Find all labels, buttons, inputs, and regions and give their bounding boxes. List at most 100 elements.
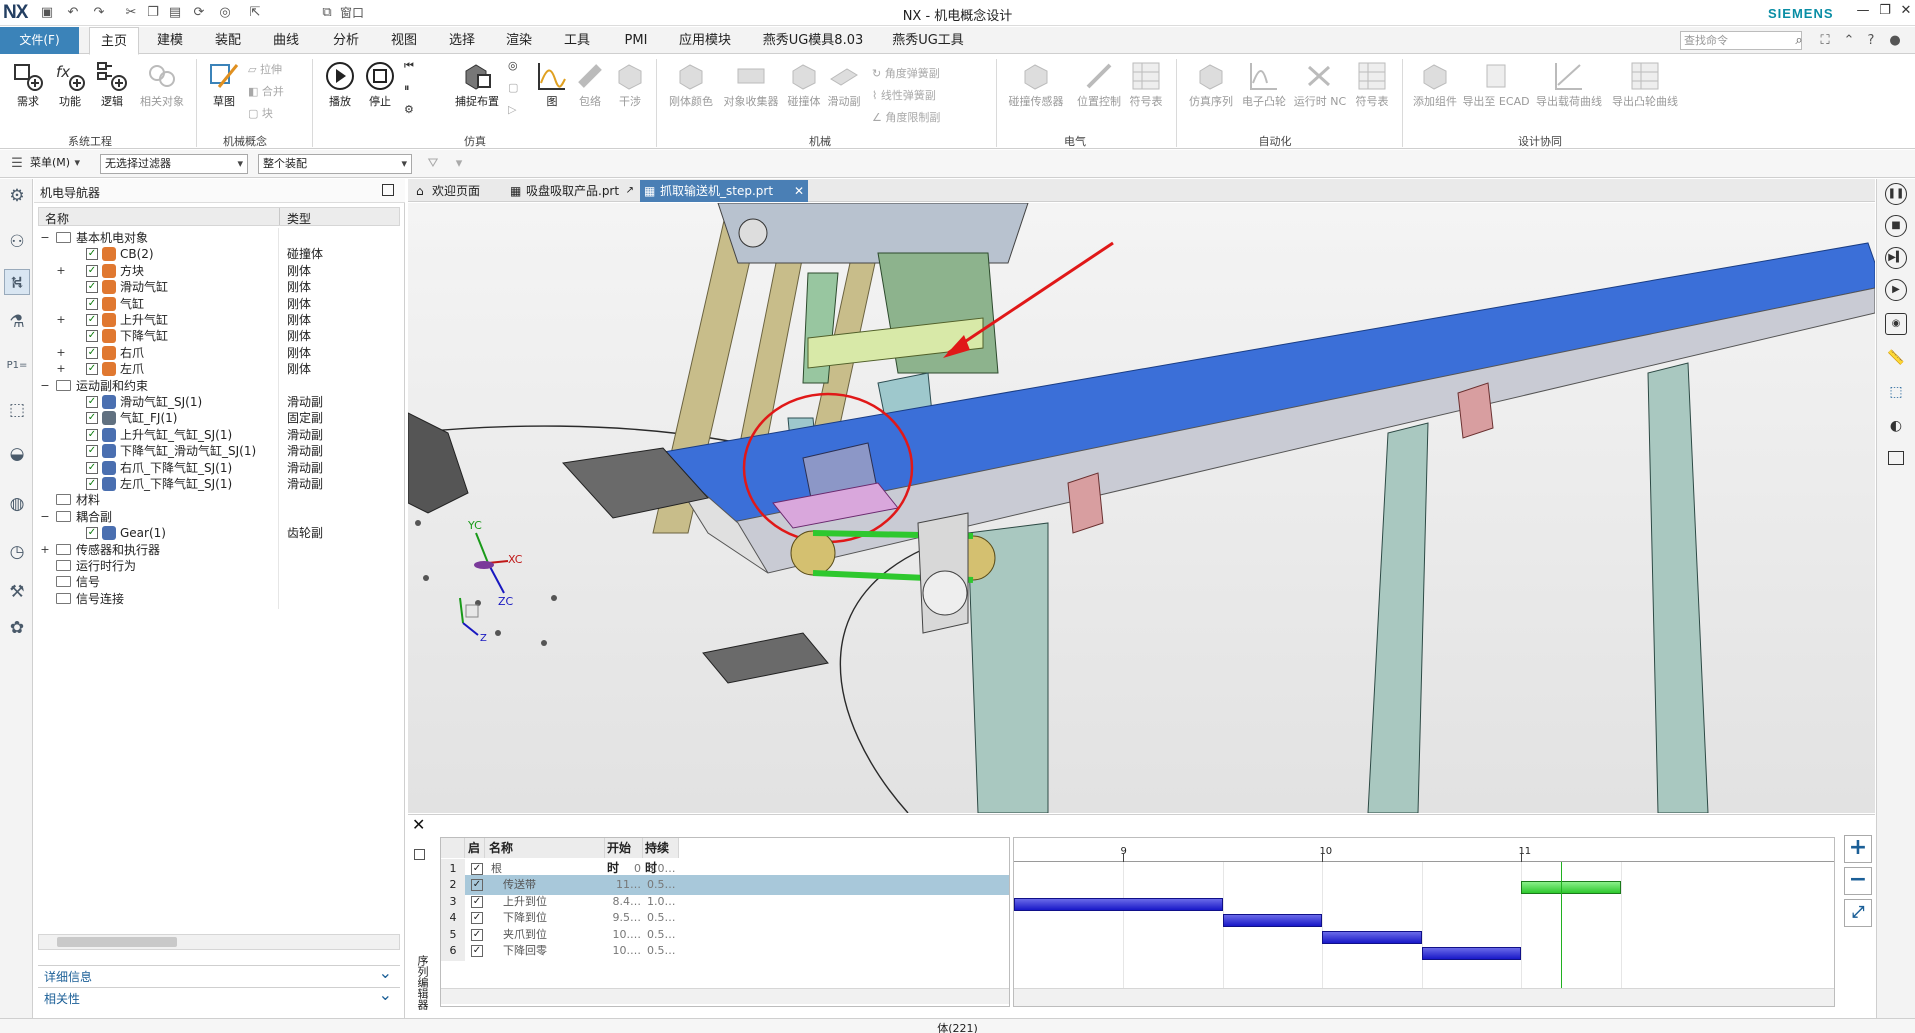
parameter-navigator-icon[interactable]: P1=	[4, 353, 30, 379]
angle-limit-button[interactable]: ∠ 角度限制副	[872, 109, 940, 125]
visibility-checkbox[interactable]: ✓	[86, 314, 98, 326]
column-divider[interactable]	[279, 208, 280, 225]
enable-checkbox[interactable]: ✓	[471, 863, 483, 875]
web-browser-icon[interactable]: ◍	[4, 491, 30, 517]
visibility-checkbox[interactable]: ✓	[86, 264, 98, 277]
close-icon[interactable]: ✕	[412, 815, 425, 834]
enable-checkbox[interactable]: ✓	[471, 928, 483, 941]
tab-render[interactable]: 渲染	[497, 27, 541, 54]
tab-tools[interactable]: 工具	[555, 27, 599, 54]
visibility-checkbox[interactable]: ✓	[86, 346, 98, 359]
file-menu-tab[interactable]: 文件(F)	[0, 27, 79, 54]
related-objects-button[interactable]: 相关对象	[132, 57, 192, 109]
step-icon[interactable]: ▶▍	[1885, 247, 1907, 269]
graphics-window[interactable]: YC XC ZC Z	[408, 203, 1875, 813]
collision-sensor-button[interactable]: 碰撞传感器	[1006, 57, 1066, 109]
runtime-nc-button[interactable]: 运行时 NC	[1290, 57, 1350, 109]
part-navigator-icon[interactable]: ⬚	[4, 397, 30, 423]
menu-icon[interactable]: ☰	[8, 155, 26, 173]
stop-button[interactable]: 停止	[356, 57, 404, 109]
column-name[interactable]: 名称	[45, 210, 69, 227]
gantt-chart[interactable]: 9 10 11	[1013, 837, 1835, 1007]
record-icon[interactable]: ◉	[1885, 313, 1907, 335]
sim-option1-icon[interactable]: ◎	[508, 59, 518, 72]
type-filter-select[interactable]: 无选择过滤器	[100, 154, 248, 174]
tab-home[interactable]: 主页	[89, 27, 139, 55]
restore-button[interactable]: ❐	[1874, 3, 1896, 23]
sim-pause-icon[interactable]: ⏸	[404, 81, 410, 95]
tab-select[interactable]: 选择	[440, 27, 484, 54]
shading-icon[interactable]: ◐	[1885, 417, 1907, 439]
zoom-out-button[interactable]: −	[1844, 867, 1872, 895]
box-icon[interactable]: ⬚	[1885, 383, 1907, 405]
zoom-in-button[interactable]: +	[1844, 835, 1872, 863]
sim-sequence-button[interactable]: 仿真序列	[1182, 57, 1240, 109]
command-search-input[interactable]: 查找命令	[1680, 31, 1802, 50]
history-icon[interactable]: ◷	[4, 539, 30, 565]
tab-yanxiu-mold[interactable]: 燕秀UG模具8.03	[758, 27, 868, 54]
reuse-library-icon[interactable]: ◒	[4, 441, 30, 467]
start-time-header[interactable]: 开始时	[605, 838, 643, 875]
zoom-fit-button[interactable]: ⤢	[1844, 899, 1872, 927]
block-small-button[interactable]: ▢ 块	[248, 105, 273, 121]
position-control-button[interactable]: 位置控制	[1070, 57, 1128, 109]
scope-select[interactable]: 整个装配	[258, 154, 412, 174]
export-cam-curve-button[interactable]: 导出凸轮曲线	[1608, 57, 1682, 109]
tab-suction-part[interactable]: ▦ 吸盘吸取产品.prt ↗	[506, 180, 638, 202]
gantt-hscrollbar[interactable]	[1014, 988, 1834, 1006]
tab-modeling[interactable]: 建模	[148, 27, 192, 54]
visibility-checkbox[interactable]: ✓	[86, 478, 98, 490]
sketch-button[interactable]: 草图	[200, 57, 248, 109]
settings-dot-icon[interactable]: ●	[1886, 32, 1904, 50]
tab-yanxiu-tools[interactable]: 燕秀UG工具	[886, 27, 970, 54]
symbol-table-button[interactable]: 符号表	[1122, 57, 1170, 109]
visibility-checkbox[interactable]: ✓	[86, 445, 98, 458]
interference-button[interactable]: 干涉	[606, 57, 654, 109]
tab-view[interactable]: 视图	[382, 27, 426, 54]
tab-curve[interactable]: 曲线	[264, 27, 308, 54]
operation-bar[interactable]	[1014, 897, 1223, 911]
duration-header[interactable]: 持续时	[643, 838, 679, 875]
snapshot-layout-button[interactable]: 捕捉布置	[448, 57, 506, 109]
angular-spring-button[interactable]: ↻ 角度弹簧副	[872, 65, 940, 81]
sim-option2-icon[interactable]: ▢	[508, 81, 518, 94]
tab-application[interactable]: 应用模块	[672, 27, 738, 54]
collapse-ribbon-icon[interactable]: ⌃	[1840, 32, 1858, 50]
visibility-checkbox[interactable]: ✓	[86, 330, 98, 343]
filter-options-icon[interactable]: ▾	[450, 155, 468, 173]
extrude-small-button[interactable]: ▱ 拉伸	[248, 61, 282, 77]
tab-welcome-page[interactable]: ⌂ 欢迎页面	[412, 180, 504, 202]
sim-settings-icon[interactable]: ⚙	[404, 103, 414, 116]
visibility-checkbox[interactable]: ✓	[86, 396, 98, 408]
name-header[interactable]: 名称	[485, 838, 605, 858]
system-materials-icon[interactable]: ⚒	[4, 579, 30, 605]
operation-bar[interactable]	[1421, 947, 1522, 960]
sequence-row[interactable]: 6 ✓ 下降回零 10.… 0.5…	[441, 941, 1009, 961]
details-panel-header[interactable]: 详细信息	[38, 962, 400, 987]
cad-scene[interactable]: YC XC ZC Z	[408, 203, 1875, 813]
tab-assembly[interactable]: 装配	[206, 27, 250, 54]
add-component-button[interactable]: 添加组件	[1406, 57, 1464, 109]
enable-header[interactable]: 启	[465, 838, 485, 858]
logic-button[interactable]: 逻辑	[88, 57, 136, 109]
sliding-joint-button[interactable]: 滑动副	[820, 57, 868, 109]
enable-checkbox[interactable]: ✓	[471, 945, 483, 957]
enable-checkbox[interactable]: ✓	[471, 895, 483, 908]
window-icon[interactable]	[1888, 451, 1904, 465]
sim-option3-icon[interactable]: ▷	[508, 103, 516, 116]
settings-gear-icon[interactable]: ⚙	[4, 183, 30, 209]
operation-bar[interactable]	[1521, 881, 1621, 895]
stop-icon[interactable]: ■	[1885, 215, 1907, 237]
electronic-cam-button[interactable]: 电子凸轮	[1236, 57, 1292, 109]
enable-checkbox[interactable]: ✓	[471, 912, 483, 925]
visibility-checkbox[interactable]: ✓	[86, 363, 98, 376]
close-button[interactable]: ✕	[1895, 3, 1915, 23]
assembly-navigator-icon[interactable]: ⚇	[4, 229, 30, 255]
editor-toggle-icon[interactable]	[414, 849, 425, 860]
search-icon[interactable]: ⌕	[1790, 32, 1808, 50]
tab-conveyor-part[interactable]: ▦ 抓取输送机_step.prt ✕	[640, 180, 808, 202]
object-collector-button[interactable]: 对象收集器	[720, 57, 782, 109]
tab-pmi[interactable]: PMI	[612, 27, 660, 54]
roles-icon[interactable]: ✿	[4, 615, 30, 641]
visibility-checkbox[interactable]: ✓	[86, 248, 98, 261]
